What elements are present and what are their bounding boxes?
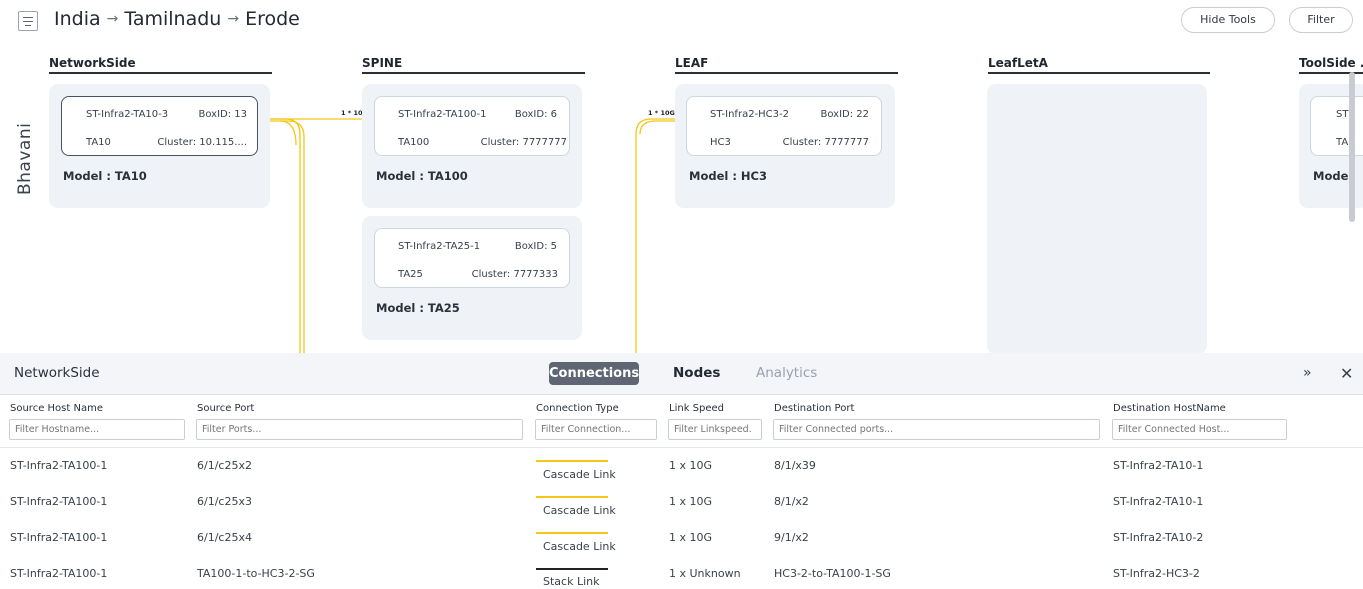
cell-destination-port: 9/1/x2 xyxy=(774,531,809,544)
node-type: TA100 xyxy=(398,137,430,148)
node-model: Model : HC3 xyxy=(689,169,767,183)
node-card-hc3[interactable]: ST-Infra2-HC3-2 BoxID: 22 HC3 Cluster: 7… xyxy=(686,96,882,156)
header-link-speed[interactable]: Link Speed xyxy=(669,403,724,414)
cell-connection-type: Cascade Link xyxy=(543,468,616,481)
node-boxid: BoxID: 6 xyxy=(514,109,557,120)
tab-analytics[interactable]: Analytics xyxy=(756,365,817,381)
node-hostname: ST-Infra2-TA10-3 xyxy=(86,109,169,120)
cell-source-host: ST-Infra2-TA100-1 xyxy=(10,531,108,544)
cell-link-speed: 1 x 10G xyxy=(669,495,713,508)
node-type: TA25 xyxy=(398,269,423,280)
tab-nodes[interactable]: Nodes xyxy=(673,365,720,381)
filter-connection-input[interactable] xyxy=(535,419,657,440)
cell-destination-host: ST-Infra2-TA10-1 xyxy=(1113,459,1204,472)
tab-connections[interactable]: Connections xyxy=(549,362,639,385)
header-source-port[interactable]: Source Port xyxy=(197,403,254,414)
details-panel: NetworkSide Connections Nodes Analytics … xyxy=(0,353,1363,589)
node-boxid: BoxID: 22 xyxy=(820,109,869,120)
node-cluster: Cluster: 7777777 xyxy=(480,137,567,148)
node-model: Model : TA25 xyxy=(376,301,460,315)
cell-destination-host: ST-Infra2-TA10-1 xyxy=(1113,495,1204,508)
vertical-scrollbar[interactable] xyxy=(1349,72,1355,222)
node-cluster: Cluster: 7777777 xyxy=(782,137,869,148)
cell-destination-port: 8/1/x2 xyxy=(774,495,809,508)
node-hostname: ST-Infra2-TA100-1 xyxy=(398,109,487,120)
node-card-ta25[interactable]: ST-Infra2-TA25-1 BoxID: 5 TA25 Cluster: … xyxy=(374,228,570,288)
cascade-link-line xyxy=(536,532,608,534)
header-divider xyxy=(0,447,1363,448)
node-model: Model : TA10 xyxy=(63,169,147,183)
cell-destination-port: HC3-2-to-TA100-1-SG xyxy=(774,567,891,580)
node-type: TA xyxy=(1336,137,1349,148)
filter-hostname-input[interactable] xyxy=(9,419,185,440)
filter-connected-host-input[interactable] xyxy=(1112,419,1287,440)
cell-link-speed: 1 x 10G xyxy=(669,459,713,472)
cell-source-host: ST-Infra2-TA100-1 xyxy=(10,459,108,472)
header-destination-host[interactable]: Destination HostName xyxy=(1113,403,1226,414)
node-model: Model : TA100 xyxy=(376,169,468,183)
node-card-ta100[interactable]: ST-Infra2-TA100-1 BoxID: 6 TA100 Cluster… xyxy=(374,96,570,156)
filter-ports-input[interactable] xyxy=(196,419,523,440)
node-boxid: BoxID: 13 xyxy=(198,109,247,120)
header-source-host[interactable]: Source Host Name xyxy=(10,403,103,414)
cell-source-host: ST-Infra2-TA100-1 xyxy=(10,567,108,580)
link-speed-label: 1 * 10G xyxy=(648,109,675,117)
cell-source-port: TA100-1-to-HC3-2-SG xyxy=(197,567,315,580)
node-model: Model xyxy=(1313,169,1353,183)
node-type: HC3 xyxy=(710,137,731,148)
stack-link-line xyxy=(536,568,608,570)
panel-title: NetworkSide xyxy=(14,365,100,381)
node-hostname: ST-Infra2-TA25-1 xyxy=(398,241,481,252)
cell-source-port: 6/1/c25x4 xyxy=(197,531,252,544)
node-cluster: Cluster: 10.115.... xyxy=(157,137,247,148)
cell-source-port: 6/1/c25x2 xyxy=(197,459,252,472)
panel-header: NetworkSide Connections Nodes Analytics … xyxy=(0,353,1363,395)
node-type: TA10 xyxy=(86,137,111,148)
cascade-link-line xyxy=(536,496,608,498)
node-cluster: Cluster: 7777333 xyxy=(471,269,558,280)
close-icon[interactable]: ✕ xyxy=(1340,364,1353,383)
cell-destination-host: ST-Infra2-HC3-2 xyxy=(1113,567,1200,580)
node-card-ta10[interactable]: ST-Infra2-TA10-3 BoxID: 13 TA10 Cluster:… xyxy=(61,96,258,156)
cell-link-speed: 1 x Unknown xyxy=(669,567,741,580)
cell-source-host: ST-Infra2-TA100-1 xyxy=(10,495,108,508)
cell-link-speed: 1 x 10G xyxy=(669,531,713,544)
cascade-link-line xyxy=(536,460,608,462)
cell-destination-host: ST-Infra2-TA10-2 xyxy=(1113,531,1204,544)
header-connection-type[interactable]: Connection Type xyxy=(536,403,619,414)
node-boxid: BoxID: 5 xyxy=(514,241,557,252)
header-destination-port[interactable]: Destination Port xyxy=(774,403,854,414)
cell-connection-type: Stack Link xyxy=(543,575,600,588)
cell-source-port: 6/1/c25x3 xyxy=(197,495,252,508)
node-hostname: ST xyxy=(1336,109,1349,120)
filter-connected-ports-input[interactable] xyxy=(773,419,1100,440)
node-card-toolside[interactable]: ST TA xyxy=(1310,96,1363,156)
filter-linkspeed-input[interactable] xyxy=(668,419,762,440)
cell-connection-type: Cascade Link xyxy=(543,504,616,517)
collapse-icon[interactable]: » xyxy=(1303,365,1312,381)
node-group-leafleta xyxy=(987,84,1207,354)
cell-connection-type: Cascade Link xyxy=(543,540,616,553)
node-hostname: ST-Infra2-HC3-2 xyxy=(710,109,789,120)
cell-destination-port: 8/1/x39 xyxy=(774,459,816,472)
